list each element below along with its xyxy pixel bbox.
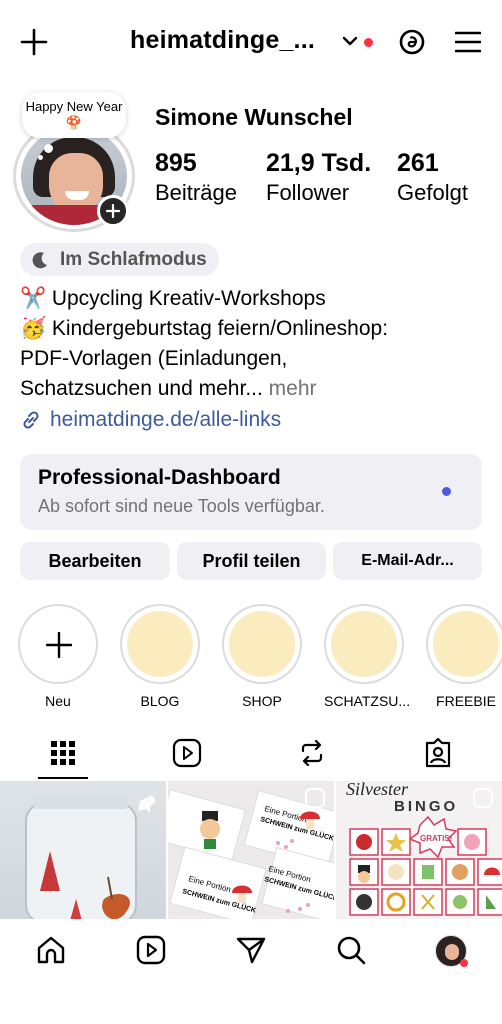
- highlight-label: BLOG: [140, 693, 180, 709]
- active-tab-indicator: [38, 777, 88, 779]
- svg-text:GRATIS!: GRATIS!: [420, 834, 452, 843]
- top-bar: heimatdinge_...: [0, 0, 502, 86]
- post-thumbnail[interactable]: Silvester BINGO GRATIS!: [336, 781, 502, 919]
- stat-posts[interactable]: 895 Beiträge: [155, 148, 237, 208]
- highlight-shop[interactable]: SHOP: [222, 604, 302, 709]
- status-pill[interactable]: Im Schlafmodus: [20, 243, 219, 276]
- highlight-label: SHOP: [242, 693, 282, 709]
- note-bubble-dot: [44, 144, 53, 153]
- home-icon[interactable]: [35, 934, 67, 966]
- notification-dot: [364, 38, 373, 47]
- tagged-icon[interactable]: [423, 737, 453, 769]
- scissors-emoji: ✂️: [20, 287, 47, 310]
- highlight-blog[interactable]: BLOG: [120, 604, 200, 709]
- bingo-photo: Silvester BINGO GRATIS!: [346, 781, 502, 916]
- bio-line: Schatzsuchen und mehr... mehr: [20, 377, 317, 400]
- bio: ✂️ Upcycling Kreativ-Workshops 🥳 Kinderg…: [20, 284, 490, 404]
- share-profile-button[interactable]: Profil teilen: [177, 542, 326, 580]
- repost-icon[interactable]: [297, 737, 327, 769]
- pinned-icon: [138, 795, 156, 813]
- stat-value: 261: [397, 149, 439, 177]
- party-face-emoji: 🥳: [20, 317, 47, 340]
- bio-line: PDF-Vorlagen (Einladungen,: [20, 347, 288, 370]
- status-text: Im Schlafmodus: [60, 248, 207, 270]
- profile-note[interactable]: Happy New Year🍄: [22, 92, 126, 138]
- jar-photo: [25, 795, 156, 919]
- bio-line: ✂️ Upcycling Kreativ-Workshops: [20, 284, 490, 314]
- bio-line: 🥳 Kindergeburtstag feiern/Onlineshop:: [20, 314, 490, 344]
- new-indicator-dot: [442, 487, 451, 496]
- svg-text:Silvester: Silvester: [346, 781, 409, 799]
- full-name: Simone Wunschel: [155, 104, 353, 130]
- direct-messages-icon[interactable]: [235, 934, 267, 966]
- bio-more-link[interactable]: mehr: [263, 377, 317, 400]
- post-grid: Eine Portion SCHWEIN zum GLÜCK Eine Port…: [0, 781, 502, 919]
- link-text: heimatdinge.de/alle-links: [50, 408, 282, 431]
- post-thumbnail[interactable]: [0, 781, 166, 919]
- add-story-button[interactable]: [97, 195, 129, 227]
- stat-followers[interactable]: 21,9 Tsd. Follower: [266, 148, 371, 208]
- stat-label: Beiträge: [155, 180, 237, 205]
- dashboard-title: Professional-Dashboard: [38, 466, 281, 489]
- highlight-schatzsuche[interactable]: SCHATZSU...: [324, 604, 411, 709]
- stat-value: 895: [155, 149, 197, 177]
- plus-icon: [106, 204, 120, 218]
- note-bubble-dot-small: [38, 155, 43, 160]
- stat-following[interactable]: 261 Gefolgt: [397, 148, 468, 208]
- highlight-label: Neu: [45, 693, 71, 709]
- threads-icon[interactable]: [398, 28, 426, 56]
- email-button[interactable]: E-Mail-Adr...: [333, 542, 482, 580]
- moon-icon: [32, 251, 47, 268]
- reels-icon[interactable]: [135, 934, 167, 966]
- username[interactable]: heimatdinge_...: [130, 26, 328, 55]
- edit-profile-button[interactable]: Bearbeiten: [20, 542, 170, 580]
- profile-link[interactable]: heimatdinge.de/alle-links: [20, 408, 281, 432]
- bottom-navigation: [0, 919, 502, 1024]
- highlight-label: SCHATZSU...: [324, 693, 411, 709]
- highlight-new[interactable]: Neu: [18, 604, 98, 709]
- grid-icon[interactable]: [48, 737, 78, 769]
- chevron-down-icon[interactable]: [342, 34, 358, 48]
- cards-photo: Eine Portion SCHWEIN zum GLÜCK Eine Port…: [168, 788, 334, 919]
- svg-text:BINGO: BINGO: [394, 798, 458, 815]
- dashboard-subtitle: Ab sofort sind neue Tools verfügbar.: [38, 496, 325, 516]
- reels-icon[interactable]: [172, 737, 202, 769]
- notification-dot: [460, 959, 468, 967]
- stat-label: Gefolgt: [397, 180, 468, 205]
- post-thumbnail[interactable]: Eine Portion SCHWEIN zum GLÜCK Eine Port…: [168, 781, 334, 919]
- plus-icon: [46, 632, 72, 658]
- highlight-label: FREEBIE: [436, 693, 496, 709]
- link-icon: [23, 411, 39, 429]
- highlight-freebie[interactable]: FREEBIE: [426, 604, 502, 709]
- stat-value: 21,9 Tsd.: [266, 149, 372, 177]
- professional-dashboard[interactable]: Professional-Dashboard Ab sofort sind ne…: [20, 454, 482, 530]
- search-icon[interactable]: [335, 934, 367, 966]
- hamburger-menu-icon[interactable]: [455, 30, 481, 54]
- plus-icon[interactable]: [20, 28, 48, 56]
- stat-label: Follower: [266, 180, 350, 205]
